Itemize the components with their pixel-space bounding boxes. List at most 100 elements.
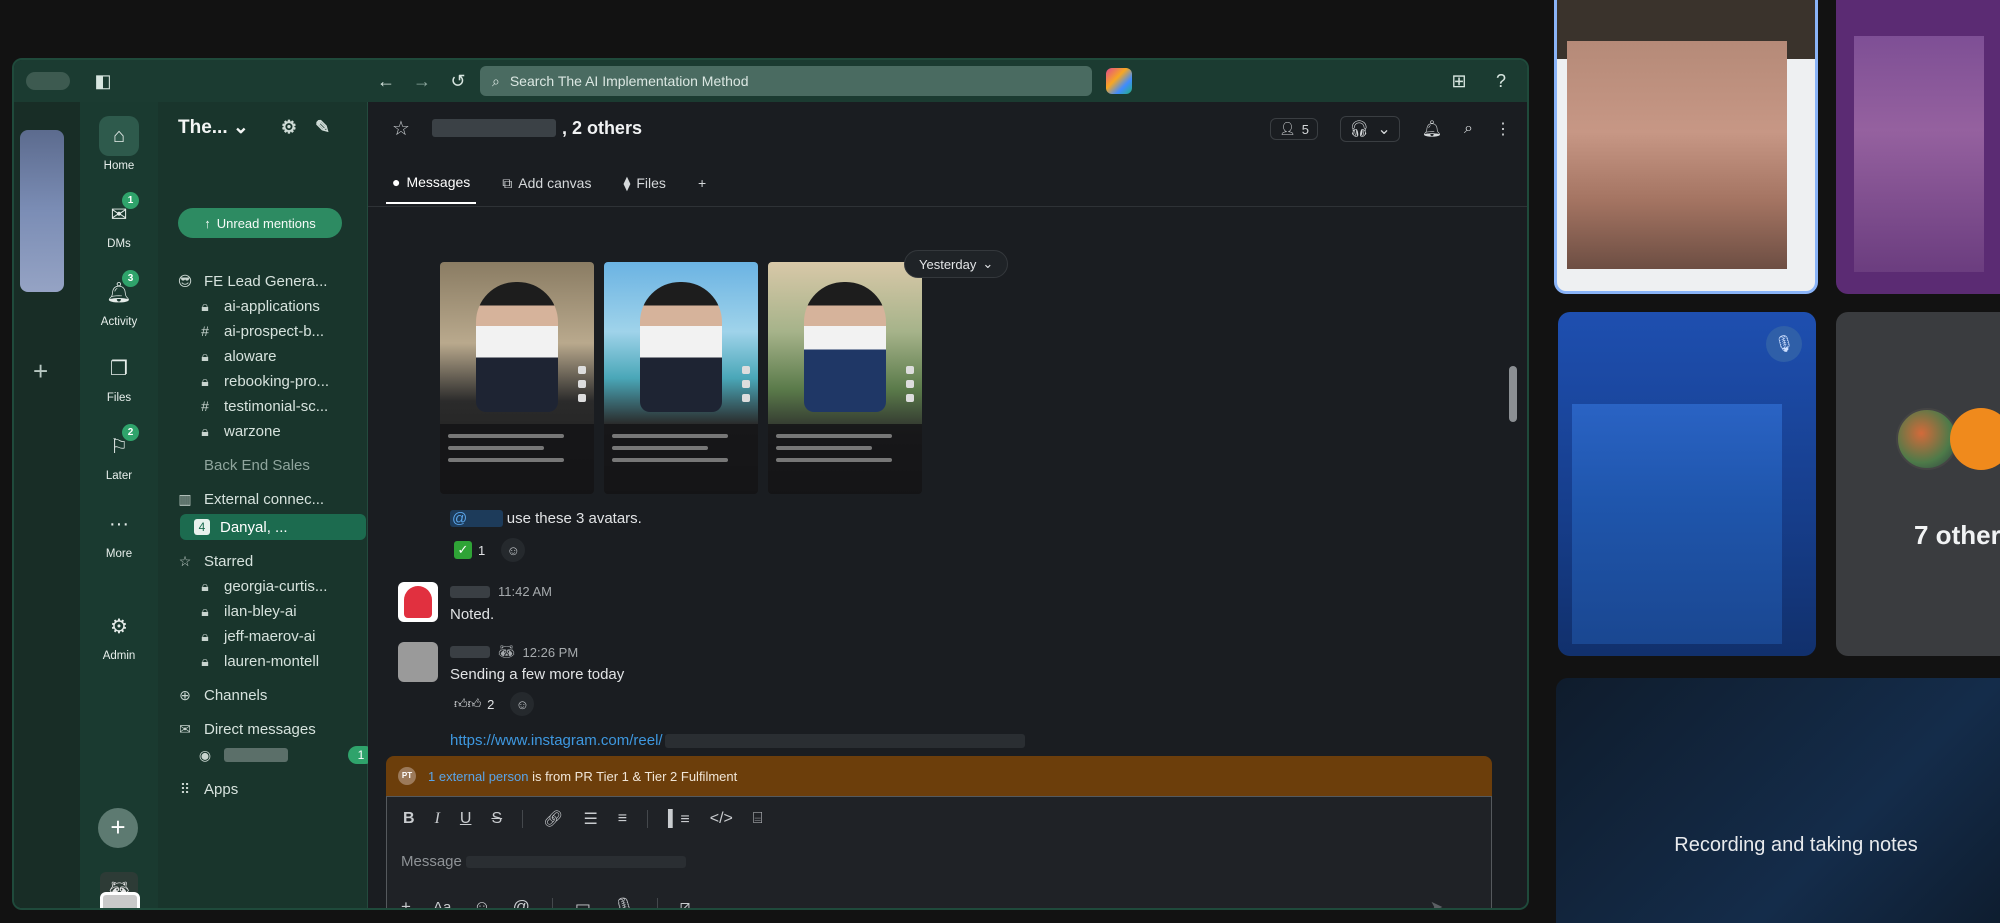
sidebar-item-label: FE Lead Genera... [204, 272, 328, 290]
bold-icon[interactable]: B [403, 810, 415, 828]
lock-icon: 🔒︎ [201, 422, 209, 439]
sidebar-item-back-end-sales[interactable]: Back End Sales [176, 452, 360, 478]
italic-icon[interactable]: I [435, 810, 440, 828]
kebab-menu-icon[interactable]: ⋮ [1495, 119, 1511, 139]
participant-tile-3[interactable]: 🎙︎ [1558, 312, 1816, 656]
forward-arrow-icon[interactable]: → [410, 69, 434, 93]
tab-add-canvas[interactable]: ⧉ Add canvas [496, 171, 597, 204]
code-block-icon[interactable]: ⌸ [753, 810, 763, 828]
instagram-link[interactable]: https://www.instagram.com/reel/ [450, 732, 1025, 749]
members-button[interactable]: 👤︎ 5 [1270, 118, 1318, 140]
sidebar-group-fe[interactable]: 😎︎ FE Lead Genera... [176, 268, 360, 294]
avatar[interactable] [398, 582, 438, 622]
link-icon[interactable]: 🔗︎ [543, 809, 563, 829]
new-window-icon[interactable]: ⊞ [1447, 69, 1471, 93]
timestamp[interactable]: 12:26 PM [523, 645, 579, 660]
format-text-icon[interactable]: Aa [433, 899, 451, 909]
add-reaction-icon[interactable]: ☺ [510, 692, 535, 716]
date-divider[interactable]: Yesterday ⌄ [904, 250, 1009, 278]
sidebar-item-apps[interactable]: ⠿ Apps [176, 776, 360, 802]
add-workspace-icon[interactable]: + [33, 356, 48, 387]
mention-icon[interactable]: @ [513, 897, 530, 908]
video-thumbnail-3[interactable] [768, 262, 922, 494]
add-reaction-icon[interactable]: ☺ [501, 538, 526, 562]
history-icon[interactable]: ↺ [446, 69, 470, 93]
settings-icon[interactable]: ⚙ [281, 117, 297, 138]
video-icon[interactable]: ▭ [575, 897, 591, 908]
emoji-icon[interactable]: ☺ [473, 897, 490, 908]
channel-title[interactable]: , 2 others [431, 118, 642, 139]
video-thumbnail-1[interactable] [440, 262, 594, 494]
workspace-avatar[interactable] [20, 130, 64, 292]
sidebar-item-ilan[interactable]: 🔒︎ ilan-bley-ai [196, 598, 380, 624]
sidebar-item-aloware[interactable]: 🔒︎ aloware [196, 343, 380, 369]
participant-tile-2[interactable] [1836, 0, 2000, 294]
bulleted-list-icon[interactable]: ≡ [618, 810, 627, 828]
search-bar[interactable]: ⌕ Search The AI Implementation Method [480, 66, 1092, 96]
workspace-name[interactable]: The... ⌄ [178, 116, 249, 139]
sidebar-item-dm-user[interactable]: ◉ 1 [196, 742, 380, 768]
canvas-icon: ⧉ [502, 174, 513, 191]
sidebar-item-jeff[interactable]: 🔒︎ jeff-maerov-ai [196, 623, 380, 649]
sidebar-item-danyal[interactable]: 4 Danyal, ... [180, 514, 366, 540]
external-person-link[interactable]: 1 external person [428, 769, 528, 784]
strikethrough-icon[interactable]: S [491, 810, 502, 828]
user-avatar[interactable] [100, 892, 140, 908]
timestamp[interactable]: 11:42 AM [498, 584, 552, 599]
nav-dms[interactable]: ✉ 1 DMs [80, 192, 158, 250]
sidebar-item-warzone[interactable]: 🔒︎ warzone [196, 418, 380, 444]
tab-files[interactable]: ⧫ Files [617, 171, 671, 204]
back-arrow-icon[interactable]: ← [374, 69, 398, 93]
help-icon[interactable]: ? [1489, 69, 1513, 93]
avatar[interactable] [398, 642, 438, 682]
sidebar-item-channels[interactable]: ⊕ Channels [176, 682, 360, 708]
unread-mentions-button[interactable]: ↑ Unread mentions [178, 208, 342, 238]
send-icon[interactable]: ➤ ⌄ [1430, 897, 1461, 908]
sidebar-item-testimonial[interactable]: # testimonial-sc... [196, 393, 380, 419]
window-pill[interactable] [26, 72, 70, 90]
shortcut-icon[interactable]: ⧄ [680, 897, 691, 908]
star-icon[interactable]: ☆ [392, 116, 410, 141]
sidebar-item-starred[interactable]: ☆ Starred [176, 548, 360, 574]
plus-icon[interactable]: + [401, 897, 411, 908]
nav-later[interactable]: ⚐ 2 Later [80, 424, 158, 482]
sidebar-toggle-icon[interactable]: ◧ [92, 69, 114, 93]
nav-home[interactable]: ⌂ Home [80, 116, 158, 172]
ordered-list-icon[interactable]: ☰ [583, 809, 597, 829]
sidebar-item-ai-applications[interactable]: 🔒︎ ai-applications [196, 293, 380, 319]
date-divider-label: Yesterday [919, 256, 977, 272]
ai-assistant-icon[interactable] [1106, 68, 1132, 94]
participant-tile-1[interactable] [1554, 0, 1818, 294]
sidebar-item-direct-messages[interactable]: ✉ Direct messages [176, 716, 360, 742]
underline-icon[interactable]: U [460, 810, 472, 828]
nav-more[interactable]: ··· More [80, 504, 158, 561]
nav-admin[interactable]: ⚙ Admin [80, 606, 158, 663]
tab-messages[interactable]: ● Messages [386, 170, 477, 204]
message-input[interactable]: Message [401, 853, 686, 870]
blockquote-icon[interactable]: ▍≡ [668, 809, 690, 829]
sidebar-item-external[interactable]: ▥ External connec... [176, 486, 360, 512]
sidebar-item-rebooking[interactable]: 🔒︎ rebooking-pro... [196, 368, 380, 394]
sidebar-item-lauren[interactable]: 🔒︎ lauren-montell [196, 648, 380, 674]
compose-icon[interactable]: ✎ [315, 117, 330, 138]
nav-activity[interactable]: 🔔︎ 3 Activity [80, 270, 158, 328]
huddle-button[interactable]: 🎧︎ ⌄ [1340, 116, 1400, 142]
search-icon[interactable]: ⌕ [1464, 120, 1473, 138]
new-message-button[interactable]: + [98, 808, 138, 848]
message-composer[interactable]: B I U S 🔗︎ ☰ ≡ ▍≡ </> ⌸ Message + Aa ☺ @… [386, 796, 1492, 909]
scrollbar[interactable] [1509, 366, 1517, 422]
add-tab-icon[interactable]: + [692, 171, 712, 203]
thumbs-up-emoji-icon[interactable]: 👍︎👍︎ [454, 696, 481, 712]
tab-label: Files [636, 175, 666, 191]
sidebar-item-georgia[interactable]: 🔒︎ georgia-curtis... [196, 573, 380, 599]
sidebar-item-ai-prospect[interactable]: # ai-prospect-b... [196, 318, 380, 344]
mention[interactable]: @ [450, 510, 503, 527]
reactions-3: 👍︎👍︎ 2 ☺ [454, 692, 535, 716]
bell-icon[interactable]: 🔔︎ [1422, 119, 1442, 139]
check-emoji-icon[interactable]: ✓ [454, 541, 472, 559]
others-tile[interactable]: 7 other [1836, 312, 2000, 656]
video-thumbnail-2[interactable] [604, 262, 758, 494]
microphone-icon[interactable]: 🎙︎ [613, 897, 635, 908]
nav-files[interactable]: ❐ Files [80, 348, 158, 405]
code-icon[interactable]: </> [710, 810, 733, 828]
